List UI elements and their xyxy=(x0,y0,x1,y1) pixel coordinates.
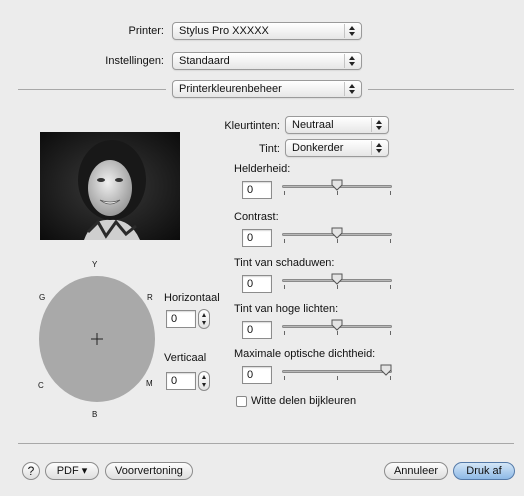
slider-tick xyxy=(337,239,338,243)
color-circle[interactable] xyxy=(38,275,156,403)
slider-tick xyxy=(390,376,391,380)
circle-label-b: B xyxy=(92,410,98,419)
slider-tick xyxy=(284,376,285,380)
white-fill-label: Witte delen bijkleuren xyxy=(251,395,357,407)
slider-tick xyxy=(284,285,285,289)
preview-image xyxy=(40,132,180,240)
portrait-image xyxy=(40,132,180,240)
popup-arrows-icon xyxy=(371,118,386,132)
slider-tick xyxy=(390,191,391,195)
color-tones-value: Neutraal xyxy=(292,119,334,131)
white-fill-checkbox[interactable] xyxy=(236,396,247,407)
popup-arrows-icon xyxy=(344,24,359,38)
slider-thumb[interactable] xyxy=(331,227,343,239)
help-button[interactable]: ? xyxy=(22,462,40,480)
slider-label: Tint van schaduwen: xyxy=(234,257,335,269)
settings-label: Instellingen: xyxy=(105,55,164,67)
tone-popup[interactable]: Donkerder xyxy=(285,139,389,157)
slider-tick xyxy=(337,285,338,289)
tone-label: Tint: xyxy=(259,143,280,155)
vertical-label: Verticaal xyxy=(164,352,207,364)
pdf-button[interactable]: PDF ▾ xyxy=(45,462,99,480)
horizontal-stepper[interactable] xyxy=(198,309,210,329)
slider-label: Helderheid: xyxy=(234,163,291,175)
slider-thumb[interactable] xyxy=(331,319,343,331)
circle-label-y: Y xyxy=(92,260,98,269)
slider-value-field[interactable]: 0 xyxy=(242,181,272,199)
slider-label: Contrast: xyxy=(234,211,279,223)
printer-value: Stylus Pro XXXXX xyxy=(179,25,269,37)
slider-thumb[interactable] xyxy=(380,364,392,376)
separator xyxy=(368,89,514,90)
horizontal-field[interactable]: 0 xyxy=(166,310,196,328)
slider-track[interactable] xyxy=(282,370,392,373)
slider-tick xyxy=(390,331,391,335)
popup-arrows-icon xyxy=(371,141,386,155)
tone-value: Donkerder xyxy=(292,142,344,154)
vertical-stepper[interactable] xyxy=(198,371,210,391)
slider-tick xyxy=(284,191,285,195)
slider-label: Tint van hoge lichten: xyxy=(234,303,339,315)
preview-button[interactable]: Voorvertoning xyxy=(105,462,193,480)
slider-value-field[interactable]: 0 xyxy=(242,321,272,339)
settings-popup[interactable]: Standaard xyxy=(172,52,362,70)
slider-tick xyxy=(337,191,338,195)
print-button[interactable]: Druk af xyxy=(453,462,515,480)
slider-tick xyxy=(337,376,338,380)
slider-label: Maximale optische dichtheid: xyxy=(234,348,376,360)
slider-thumb[interactable] xyxy=(331,179,343,191)
popup-arrows-icon xyxy=(344,82,359,96)
slider-tick xyxy=(284,331,285,335)
settings-value: Standaard xyxy=(179,55,230,67)
color-tones-popup[interactable]: Neutraal xyxy=(285,116,389,134)
color-tones-label: Kleurtinten: xyxy=(224,120,280,132)
slider-tick xyxy=(390,285,391,289)
section-value: Printerkleurenbeheer xyxy=(179,83,282,95)
slider-value-field[interactable]: 0 xyxy=(242,366,272,384)
footer-separator xyxy=(18,443,514,444)
popup-arrows-icon xyxy=(344,54,359,68)
slider-tick xyxy=(337,331,338,335)
slider-tick xyxy=(284,239,285,243)
cancel-button[interactable]: Annuleer xyxy=(384,462,448,480)
slider-thumb[interactable] xyxy=(331,273,343,285)
slider-value-field[interactable]: 0 xyxy=(242,275,272,293)
horizontal-label: Horizontaal xyxy=(164,292,220,304)
printer-popup[interactable]: Stylus Pro XXXXX xyxy=(172,22,362,40)
printer-label: Printer: xyxy=(128,25,164,37)
vertical-field[interactable]: 0 xyxy=(166,372,196,390)
slider-value-field[interactable]: 0 xyxy=(242,229,272,247)
slider-tick xyxy=(390,239,391,243)
section-popup[interactable]: Printerkleurenbeheer xyxy=(172,80,362,98)
separator xyxy=(18,89,166,90)
